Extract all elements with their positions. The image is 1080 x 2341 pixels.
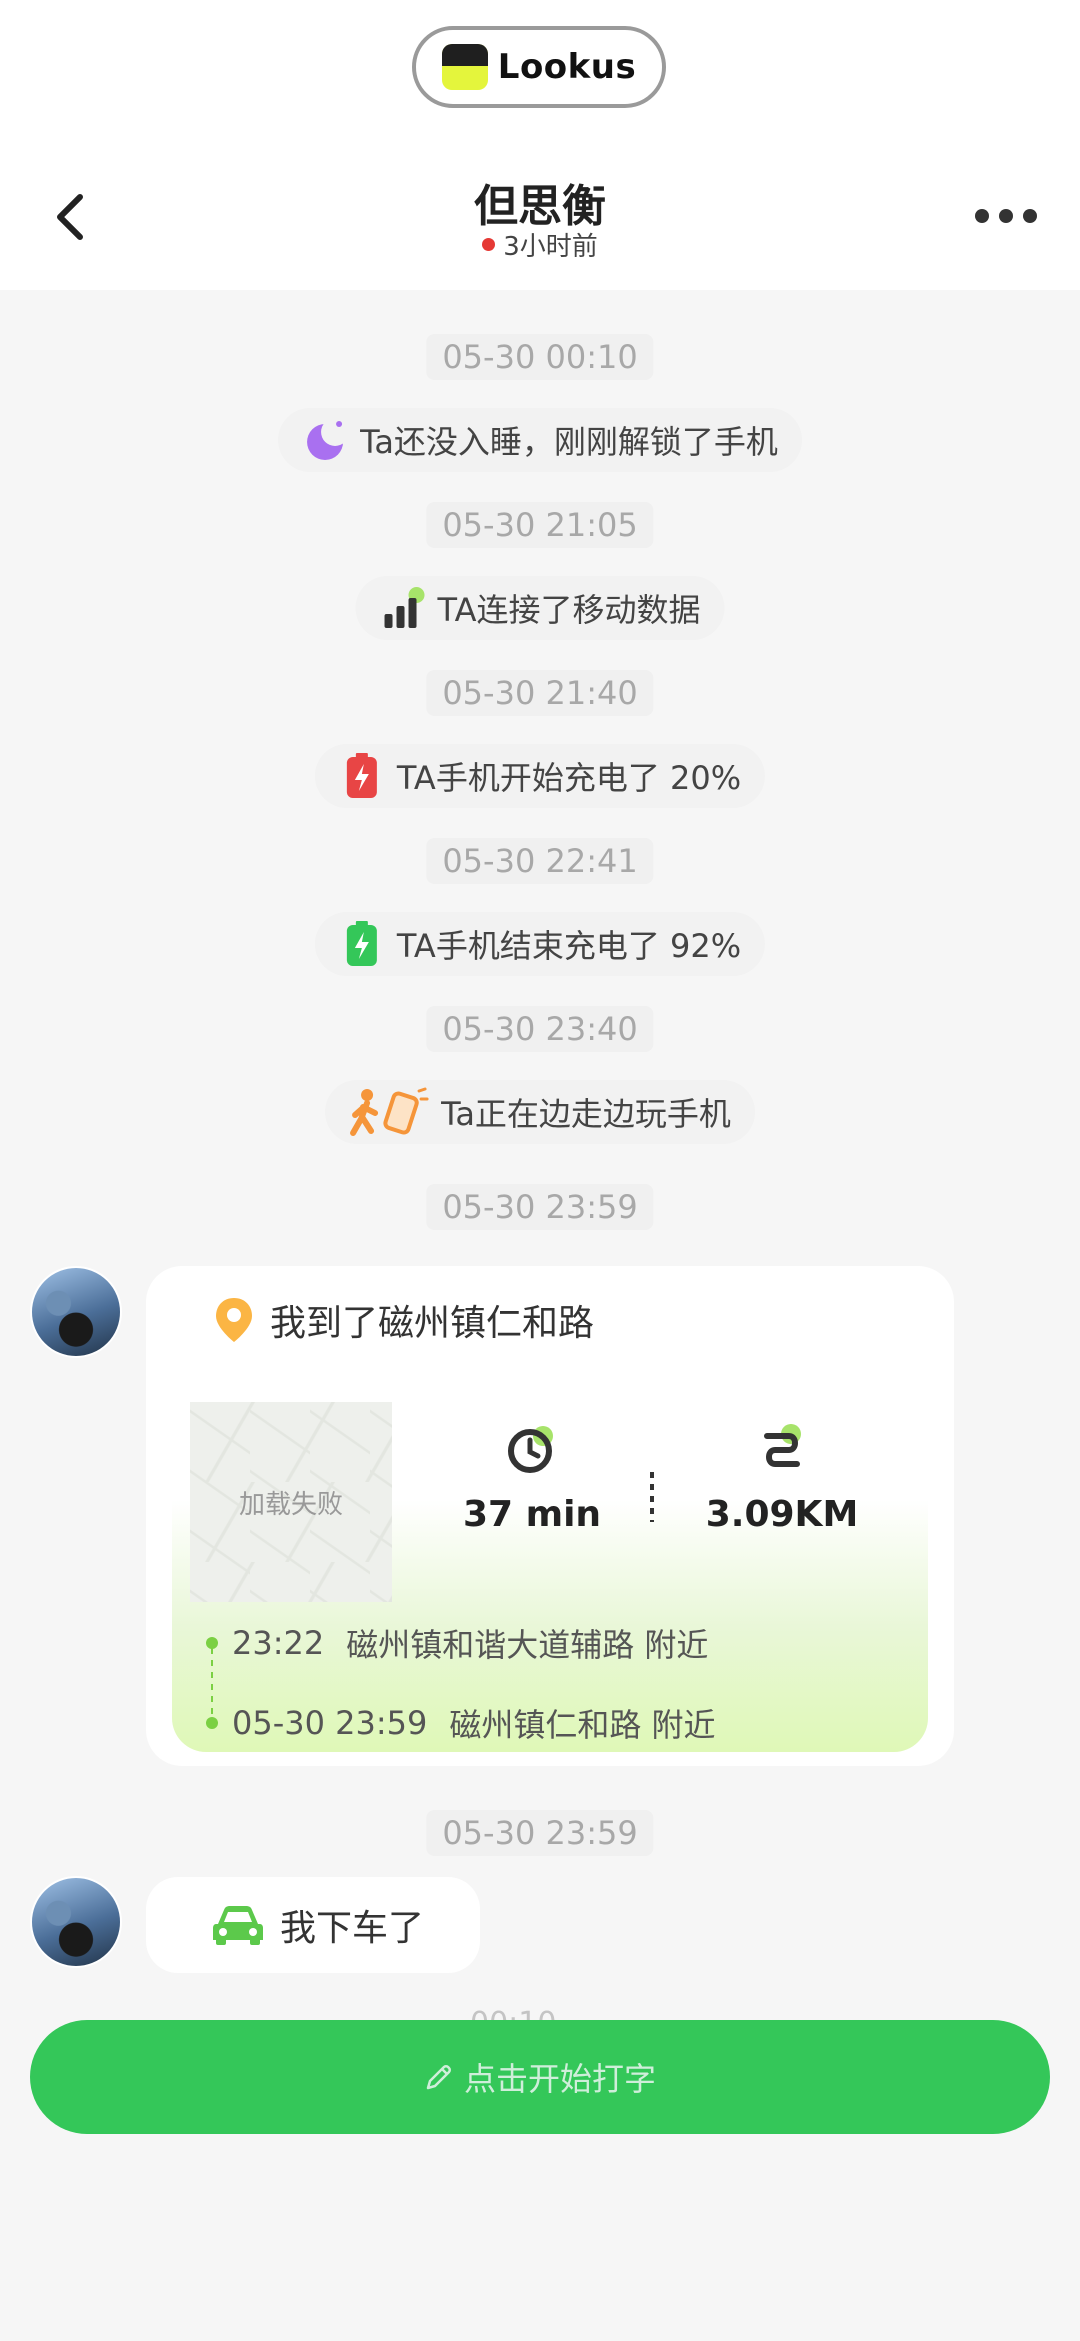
brand-name: Lookus [497,47,637,87]
timestamp: 05-30 22:41 [426,838,654,884]
timestamp: 05-30 21:05 [426,502,654,548]
route-summary: 加载失败 37 min 3.09KM 23:22 磁州镇和谐大道辅路 附近 05… [172,1392,928,1752]
map-thumbnail[interactable]: 加载失败 [190,1402,392,1602]
message-text: 我下车了 [280,1908,425,1949]
event-text: Ta还没入睡，刚刚解锁了手机 [360,423,778,461]
more-dot-icon [975,209,989,223]
avatar[interactable] [30,1266,122,1358]
message-input-placeholder: 点击开始打字 [463,2060,656,2098]
distance-stat: 3.09KM [702,1422,862,1535]
brand-badge: Lookus [412,26,666,108]
route-end-place: 磁州镇仁和路 附近 [449,1706,716,1744]
location-pin-icon [216,1298,252,1342]
lookus-logo-icon [441,44,488,90]
route-start-time: 23:22 [232,1624,325,1662]
timestamp: 05-30 23:40 [426,1006,654,1052]
avatar[interactable] [30,1876,122,1968]
event-unlock: Ta还没入睡，刚刚解锁了手机 [278,408,802,472]
route-start: 23:22 磁州镇和谐大道辅路 附近 [206,1620,708,1666]
route-dot-icon [206,1637,218,1649]
event-mobile-data: TA连接了移动数据 [355,576,725,640]
last-seen-text: 3小时前 [503,232,598,262]
location-title: 我到了磁州镇仁和路 [270,1303,595,1344]
more-dot-icon [999,209,1013,223]
last-seen-status: 3小时前 [0,226,1080,263]
battery-red-icon [339,753,385,799]
status-dot-icon [482,238,496,251]
event-text: TA手机开始充电了 20% [396,759,742,797]
timestamp: 05-30 23:59 [426,1184,654,1230]
more-dot-icon [1023,209,1037,223]
route-dot-icon [206,1717,218,1729]
event-text: TA连接了移动数据 [437,591,701,629]
walking-phone-icon [349,1087,429,1136]
timestamp: 05-30 21:40 [426,670,654,716]
route-start-place: 磁州镇和谐大道辅路 附近 [346,1626,709,1664]
location-card[interactable]: 我到了磁州镇仁和路 加载失败 37 min 3.09KM 23:22 磁州镇和谐… [146,1266,954,1766]
message-input[interactable]: 点击开始打字 [30,2020,1050,2134]
map-load-failed-text: 加载失败 [238,1489,343,1520]
pencil-icon [426,2065,451,2090]
route-icon [764,1424,801,1467]
distance-value: 3.09KM [705,1494,859,1535]
route-end-time: 05-30 23:59 [232,1704,428,1742]
stat-divider [650,1472,654,1522]
message-bubble[interactable]: 我下车了 [146,1877,480,1973]
event-charge-start: TA手机开始充电了 20% [314,744,766,808]
timestamp: 05-30 00:10 [426,334,654,380]
timestamp: 05-30 23:59 [426,1810,654,1856]
duration-stat: 37 min [452,1422,612,1535]
clock-icon [508,1426,553,1473]
location-header: 我到了磁州镇仁和路 [214,1294,594,1346]
event-text: Ta正在边走边玩手机 [441,1095,731,1133]
car-icon [213,1906,263,1945]
page-title: 但思衡 [474,181,606,232]
route-end: 05-30 23:59 磁州镇仁和路 附近 [206,1700,716,1746]
bottom-safe-area [0,2134,1080,2341]
signal-icon [380,585,426,631]
duration-value: 37 min [462,1494,602,1535]
event-charge-end: TA手机结束充电了 92% [314,912,766,976]
more-options-button[interactable] [970,196,1042,236]
battery-green-icon [339,921,385,967]
moon-icon [302,417,348,463]
event-text: TA手机结束充电了 92% [396,927,742,965]
event-walking-phone: Ta正在边走边玩手机 [325,1080,755,1144]
